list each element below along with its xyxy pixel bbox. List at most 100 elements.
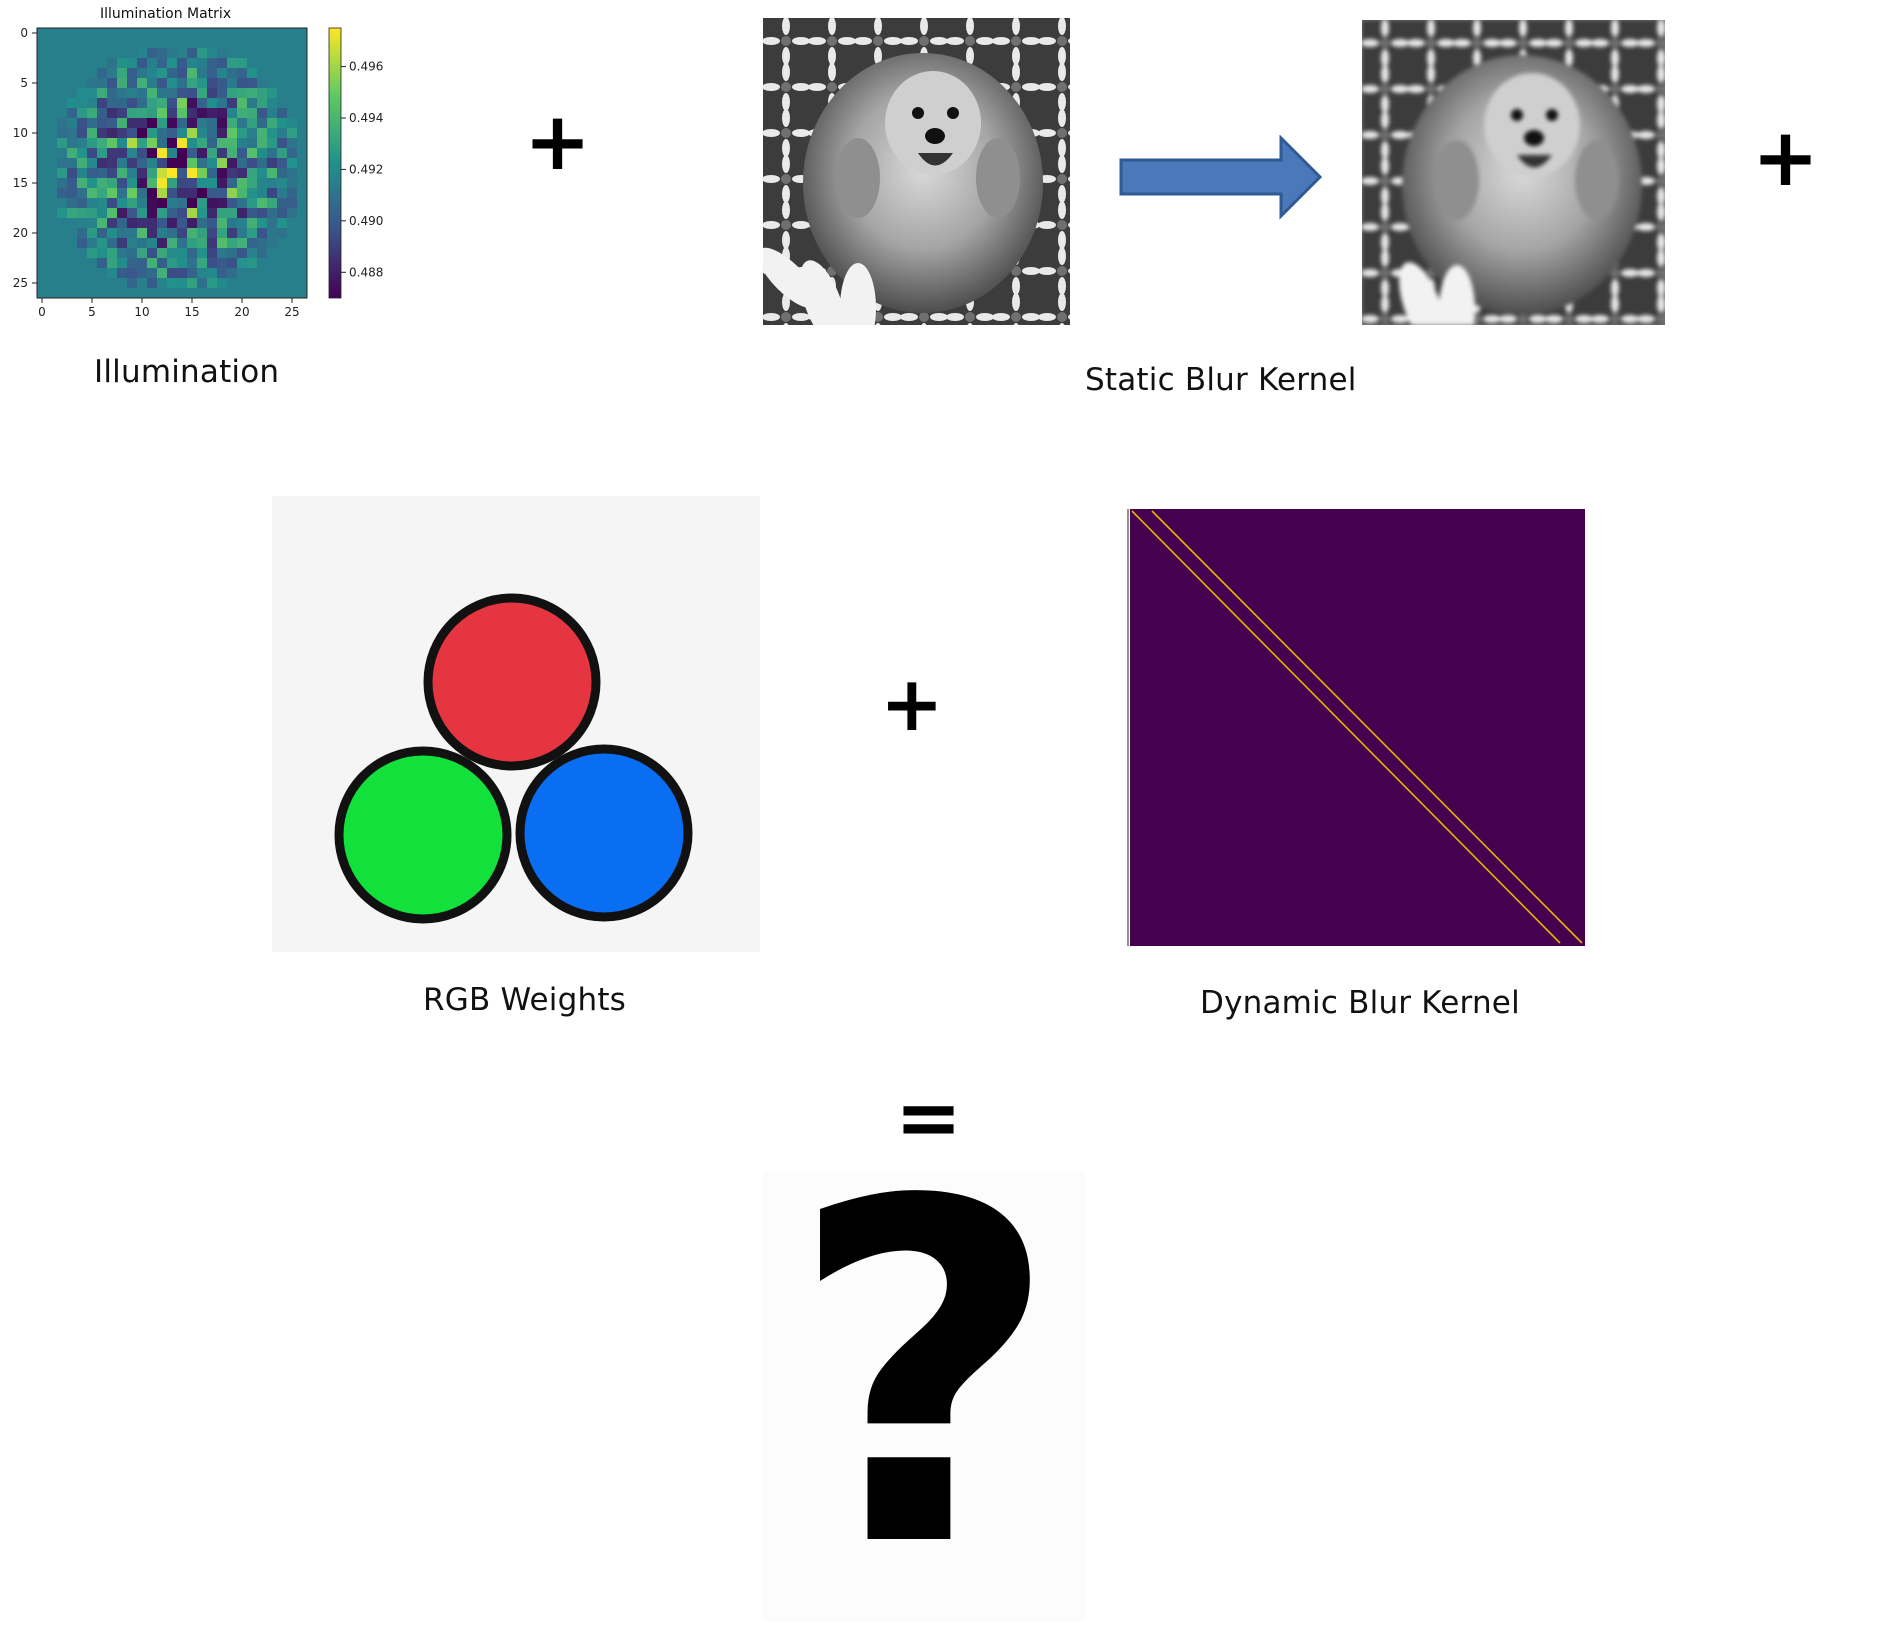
heatmap-cell <box>37 278 48 289</box>
heatmap-cell <box>187 178 198 189</box>
heatmap-cell <box>157 78 168 89</box>
heatmap-cell <box>117 38 128 49</box>
heatmap-cell <box>97 178 108 189</box>
x-tick-label: 15 <box>184 305 199 319</box>
heatmap-cell <box>137 28 148 39</box>
heatmap-cell <box>187 278 198 289</box>
heatmap-cell <box>47 208 58 219</box>
heatmap-cell <box>237 228 248 239</box>
heatmap-cell <box>57 138 68 149</box>
heatmap-cell <box>77 228 88 239</box>
heatmap-cell <box>257 28 268 39</box>
heatmap-cell <box>67 138 78 149</box>
heatmap-cell <box>287 288 298 299</box>
heatmap-cell <box>217 218 228 229</box>
heatmap-cell <box>157 108 168 119</box>
heatmap-cell <box>237 68 248 79</box>
colorbar <box>328 27 342 299</box>
heatmap-cell <box>147 238 158 249</box>
heatmap-cell <box>277 68 288 79</box>
heatmap-cell <box>107 178 118 189</box>
heatmap-cell <box>77 38 88 49</box>
heatmap-cell <box>57 58 68 69</box>
heatmap-cell <box>257 148 268 159</box>
heatmap-cell <box>37 288 48 299</box>
heatmap-cell <box>197 228 208 239</box>
heatmap-cell <box>197 198 208 209</box>
heatmap-cell <box>177 68 188 79</box>
heatmap-cell <box>47 38 58 49</box>
heatmap-cell <box>57 48 68 59</box>
heatmap-cell <box>67 148 78 159</box>
heatmap-cell <box>57 178 68 189</box>
heatmap-cell <box>237 118 248 129</box>
heatmap-cell <box>297 248 308 259</box>
heatmap-cell <box>297 148 308 159</box>
heatmap-cell <box>227 268 238 279</box>
heatmap-cell <box>177 278 188 289</box>
heatmap-cell <box>297 208 308 219</box>
heatmap-cell <box>97 218 108 229</box>
heatmap-cell <box>237 188 248 199</box>
heatmap-cell <box>87 258 98 269</box>
heatmap-cell <box>257 178 268 189</box>
heatmap-cell <box>257 108 268 119</box>
heatmap-cell <box>47 48 58 59</box>
heatmap-cell <box>257 288 268 299</box>
heatmap-cell <box>287 228 298 239</box>
heatmap-cell <box>177 138 188 149</box>
heatmap-cell <box>297 98 308 109</box>
heatmap-cell <box>67 98 78 109</box>
heatmap-cell <box>197 128 208 139</box>
heatmap-cell <box>187 98 198 109</box>
heatmap-cell <box>127 98 138 109</box>
heatmap-cell <box>167 48 178 59</box>
heatmap-cell <box>37 268 48 279</box>
heatmap-cell <box>57 218 68 229</box>
heatmap-cell <box>257 228 268 239</box>
heatmap-cell <box>267 198 278 209</box>
heatmap-cell <box>97 88 108 99</box>
heatmap-cell <box>47 238 58 249</box>
heatmap-cell <box>247 268 258 279</box>
heatmap-cell <box>47 108 58 119</box>
heatmap-cell <box>47 278 58 289</box>
heatmap-cell <box>277 78 288 89</box>
heatmap-cell <box>167 278 178 289</box>
heatmap-cell <box>297 228 308 239</box>
heatmap-cell <box>207 218 218 229</box>
heatmap-cell <box>217 58 228 69</box>
heatmap-cell <box>267 148 278 159</box>
heatmap-cell <box>117 238 128 249</box>
heatmap-cell <box>187 148 198 159</box>
heatmap-cell <box>227 178 238 189</box>
heatmap-cell <box>57 168 68 179</box>
heatmap-cell <box>287 238 298 249</box>
heatmap-cell <box>187 78 198 89</box>
heatmap-cell <box>37 78 48 89</box>
heatmap-cell <box>77 268 88 279</box>
x-tick-label: 25 <box>284 305 299 319</box>
heatmap-cell <box>237 158 248 169</box>
right-arrow-icon <box>1119 135 1323 220</box>
heatmap-cell <box>237 128 248 139</box>
heatmap-cell <box>87 48 98 59</box>
heatmap-cell <box>207 38 218 49</box>
heatmap-cell <box>107 218 118 229</box>
heatmap-cell <box>137 208 148 219</box>
heatmap-cell <box>127 248 138 259</box>
heatmap-cell <box>227 98 238 109</box>
heatmap-cell <box>227 68 238 79</box>
heatmap-cell <box>157 98 168 109</box>
heatmap-cell <box>247 168 258 179</box>
heatmap-cell <box>217 68 228 79</box>
heatmap-cell <box>157 68 168 79</box>
heatmap-cell <box>197 168 208 179</box>
heatmap-cell <box>227 278 238 289</box>
heatmap-cell <box>247 258 258 269</box>
heatmap-cell <box>77 68 88 79</box>
heatmap-cell <box>207 128 218 139</box>
heatmap-cell <box>237 58 248 69</box>
heatmap-cell <box>267 128 278 139</box>
heatmap-cell <box>247 248 258 259</box>
